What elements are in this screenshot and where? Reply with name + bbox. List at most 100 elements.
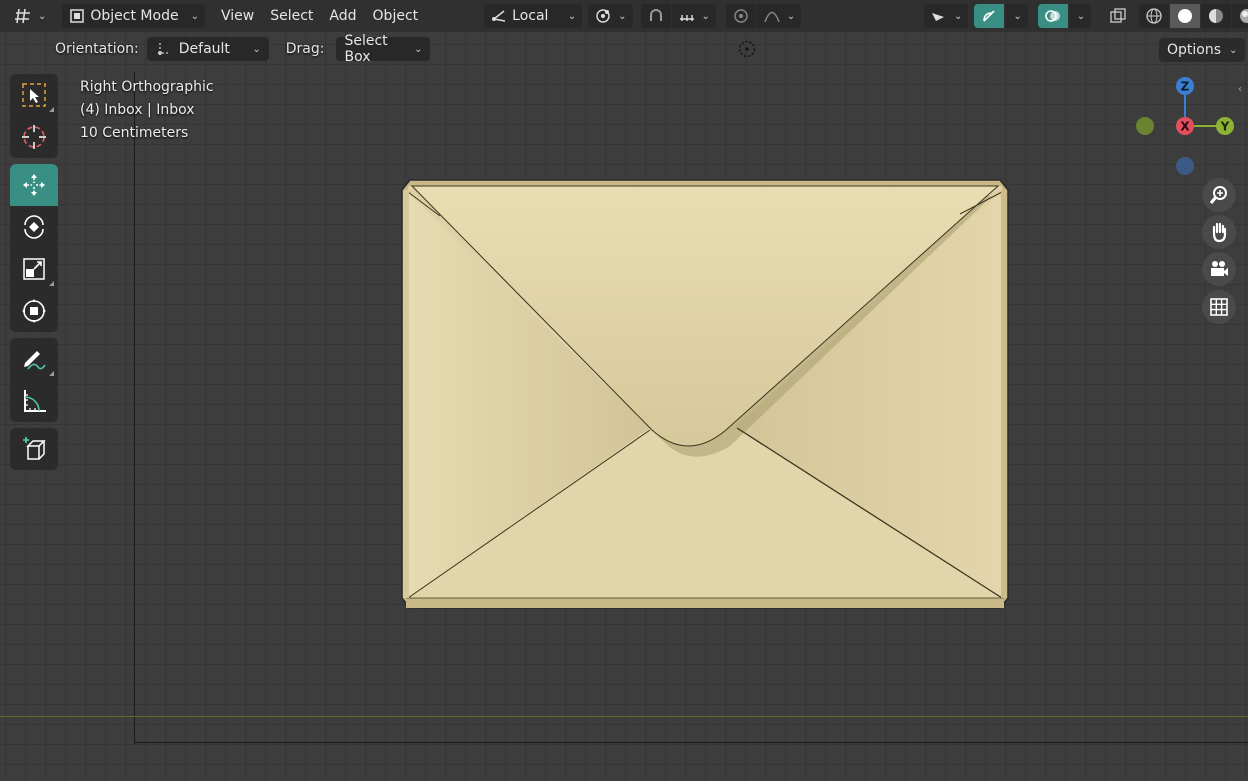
proportional-edit-toggle[interactable] [725, 4, 756, 28]
tool-settings-bar: Orientation: Default ⌄ Drag: Select Box … [0, 33, 1248, 65]
chevron-down-icon: ⌄ [1013, 10, 1022, 22]
options-label: Options [1167, 42, 1222, 58]
zoom-button[interactable] [1202, 178, 1236, 212]
xray-toggle[interactable] [1103, 4, 1133, 28]
zoom-icon [1208, 184, 1230, 206]
menu-object[interactable]: Object [365, 4, 427, 28]
material-shading-icon [1207, 7, 1225, 25]
proportional-group: ⌄ [725, 4, 802, 28]
transform-orientation-selector[interactable]: Local ⌄ [484, 4, 583, 28]
mode-label: Object Mode [90, 8, 179, 24]
transform-icon [20, 297, 48, 325]
select-tools-group [10, 74, 58, 158]
collection-info: (4) Inbox | Inbox [80, 102, 195, 118]
material-shading-button[interactable] [1201, 4, 1232, 28]
ortho-toggle-button[interactable] [1202, 290, 1236, 324]
view-name: Right Orthographic [80, 79, 214, 95]
snap-icon [647, 7, 665, 25]
move-icon [20, 171, 48, 199]
camera-frame-left [134, 72, 135, 744]
visibility-selector[interactable]: ⌄ [924, 4, 969, 28]
gizmo-dropdown[interactable]: ⌄ [1005, 4, 1028, 28]
transform-tools-group [10, 164, 58, 332]
add-cube-tool[interactable] [10, 428, 58, 470]
grid-icon [1208, 296, 1230, 318]
falloff-selector[interactable]: ⌄ [756, 4, 802, 28]
select-box-tool[interactable] [10, 74, 58, 116]
envelope-model[interactable] [400, 178, 1010, 612]
wireframe-shading-button[interactable] [1139, 4, 1170, 28]
orientation-dropdown[interactable]: Default ⌄ [146, 37, 269, 61]
orientation-default-icon [155, 40, 173, 58]
viewport-header: ⌄ Object Mode ⌄ View Select Add Object L… [0, 0, 1248, 32]
annotate-icon [20, 345, 48, 373]
cursor-icon [20, 123, 48, 151]
navigation-gizmo[interactable]: Z X Y [1130, 72, 1240, 182]
drag-value: Select Box [344, 33, 388, 65]
rotate-icon [20, 213, 48, 241]
solid-shading-icon [1176, 7, 1194, 25]
orientation-value: Default [178, 41, 230, 57]
cursor-tool[interactable] [10, 116, 58, 158]
z-axis-label: Z [1181, 80, 1190, 94]
chevron-down-icon: ⌄ [954, 10, 963, 22]
chevron-down-icon: ⌄ [786, 10, 796, 22]
add-tools-group [10, 428, 58, 470]
menu-select[interactable]: Select [262, 4, 321, 28]
scale-icon [20, 255, 48, 283]
chevron-down-icon: ⌄ [414, 43, 423, 55]
y-axis-label: Y [1220, 120, 1230, 134]
rendered-shading-button[interactable] [1232, 4, 1248, 28]
options-dropdown[interactable]: Options ⌄ [1159, 38, 1246, 62]
neg-z-axis-handle[interactable] [1176, 157, 1194, 175]
snap-increment-icon [678, 7, 696, 25]
xray-icon [1109, 7, 1127, 25]
camera-icon [1208, 258, 1230, 280]
overlay-dropdown[interactable]: ⌄ [1068, 4, 1092, 28]
scale-tool[interactable] [10, 248, 58, 290]
add-cube-icon [20, 435, 48, 463]
menu-view[interactable]: View [213, 4, 262, 28]
chevron-down-icon: ⌄ [38, 10, 47, 22]
falloff-icon [763, 7, 781, 25]
editor-type-button[interactable]: ⌄ [8, 4, 52, 28]
proportional-edit-icon [732, 7, 750, 25]
gizmo-toggle[interactable] [974, 4, 1005, 28]
overlay-toggle[interactable] [1037, 4, 1068, 28]
overlay-icon [1044, 7, 1062, 25]
chevron-down-icon: ⌄ [618, 10, 627, 22]
hand-icon [1208, 221, 1230, 243]
tool-shelf [10, 74, 58, 476]
chevron-down-icon: ⌄ [190, 10, 199, 22]
chevron-down-icon: ⌄ [252, 43, 261, 55]
annotate-tools-group [10, 338, 58, 422]
neg-y-axis-handle[interactable] [1136, 117, 1154, 135]
pan-button[interactable] [1202, 215, 1236, 249]
select-box-icon [20, 81, 48, 109]
snap-target-selector[interactable]: ⌄ [671, 4, 716, 28]
snapping-group: ⌄ [640, 4, 716, 28]
menu-add[interactable]: Add [321, 4, 364, 28]
chevron-down-icon: ⌄ [1229, 44, 1238, 56]
snap-toggle[interactable] [640, 4, 671, 28]
chevron-down-icon: ⌄ [567, 10, 577, 22]
rotate-tool[interactable] [10, 206, 58, 248]
pivot-point-button[interactable]: ⌄ [588, 4, 633, 28]
measure-tool[interactable] [10, 380, 58, 422]
transform-tool[interactable] [10, 290, 58, 332]
orientation-field-label: Orientation: [55, 41, 139, 57]
chevron-down-icon: ⌄ [1076, 10, 1086, 22]
solid-shading-button[interactable] [1170, 4, 1201, 28]
camera-view-button[interactable] [1202, 252, 1236, 286]
pivot-icon [594, 7, 612, 25]
x-axis-label: X [1180, 120, 1190, 134]
annotate-tool[interactable] [10, 338, 58, 380]
object-origin-icon [738, 40, 756, 58]
mode-selector[interactable]: Object Mode ⌄ [62, 4, 205, 28]
grid-scale: 10 Centimeters [80, 125, 189, 141]
drag-dropdown[interactable]: Select Box ⌄ [336, 33, 431, 65]
move-tool[interactable] [10, 164, 58, 206]
chevron-down-icon: ⌄ [701, 10, 710, 22]
camera-frame-bottom [134, 742, 1248, 743]
gizmo-icon [980, 7, 998, 25]
